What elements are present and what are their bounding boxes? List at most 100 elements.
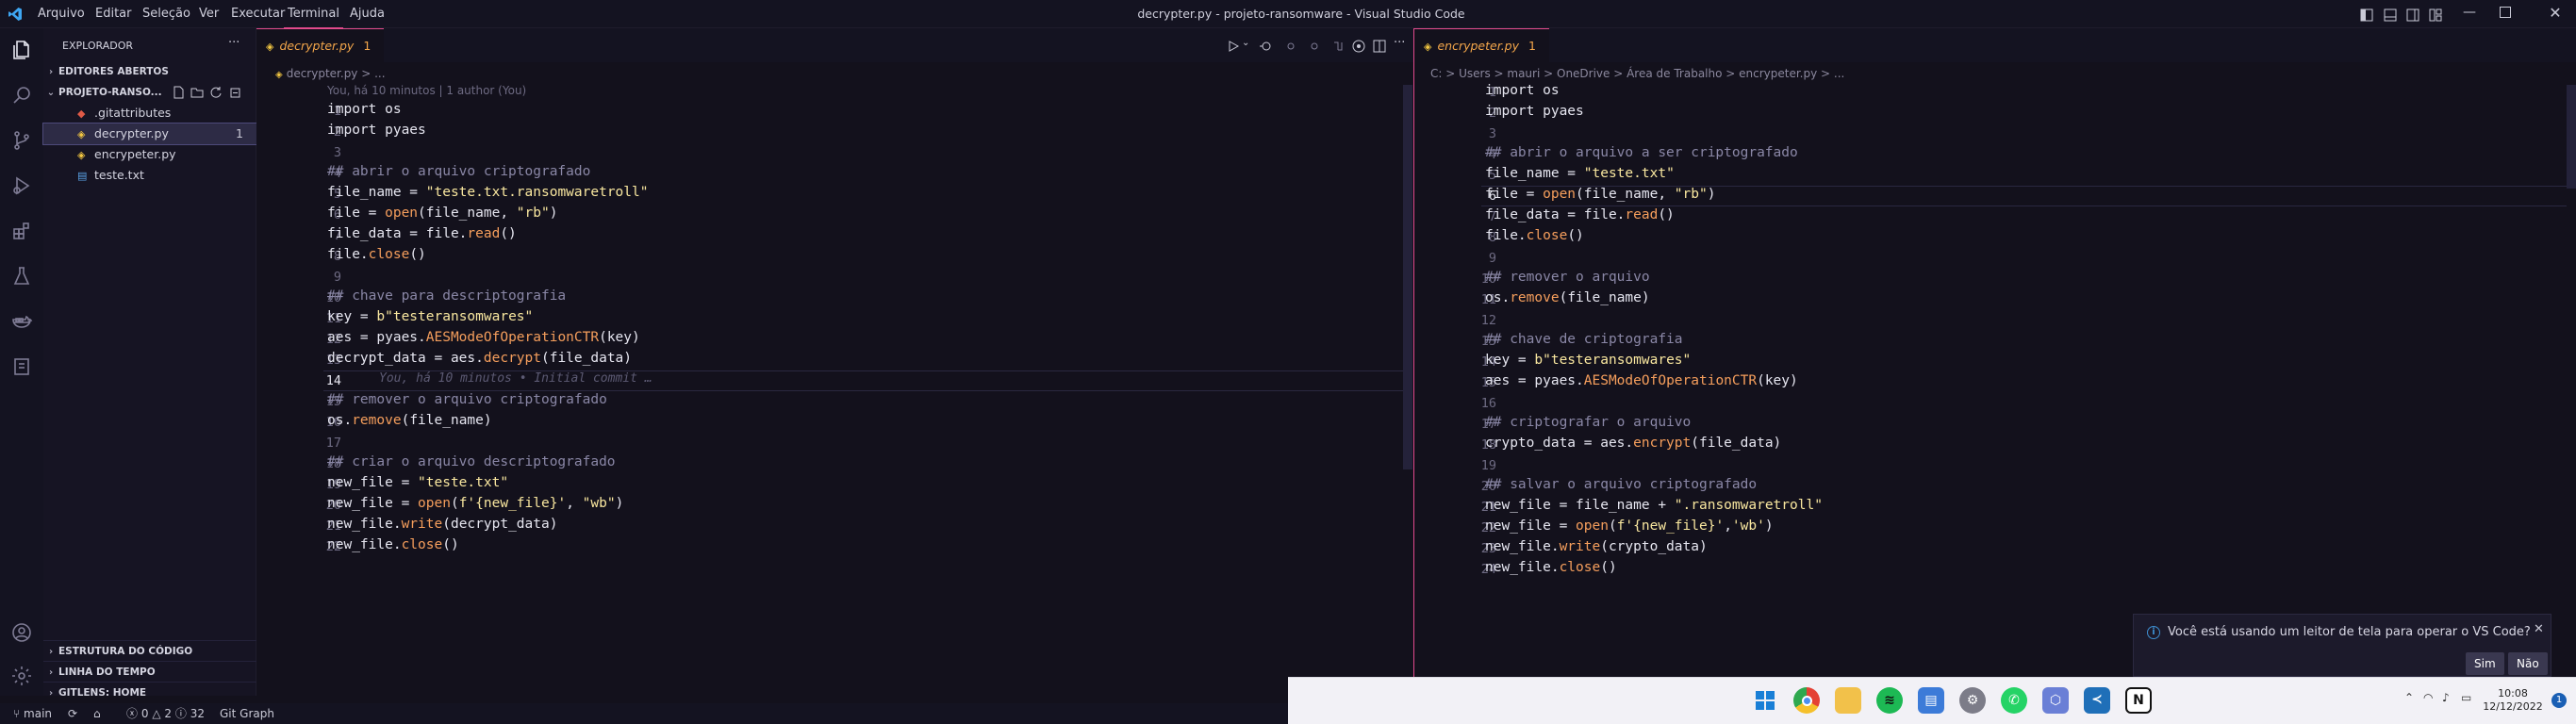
explorer-icon[interactable] (0, 28, 43, 72)
problems-status[interactable]: ⓧ 0 △ 2 ⓘ 32 (126, 703, 205, 724)
testing-icon[interactable] (0, 255, 43, 298)
code-line[interactable]: new_file.close() (327, 537, 459, 552)
no-button[interactable]: Não (2508, 652, 2548, 675)
menu-editar[interactable]: Editar (91, 0, 136, 28)
toggle-panel-icon[interactable] (2384, 8, 2397, 22)
gitlens-icon[interactable] (1352, 39, 1365, 53)
customize-layout-icon[interactable] (2429, 8, 2442, 22)
code-line[interactable]: ## chave de criptografia (1485, 332, 1683, 347)
previous-change-icon[interactable] (1284, 39, 1297, 52)
timeline-section[interactable]: › LINHA DO TEMPO (43, 661, 256, 682)
code-line[interactable]: ## remover o arquivo criptografado (327, 392, 607, 407)
notepad-icon[interactable]: ▤ (1918, 687, 1944, 714)
code-line[interactable]: ## abrir o arquivo a ser criptografado (1485, 145, 1798, 160)
breadcrumb[interactable]: ◈ decrypter.py > ... (256, 62, 386, 85)
code-line[interactable]: new_file = "teste.txt" (327, 475, 508, 490)
close-notification-icon[interactable]: ✕ (2534, 622, 2544, 636)
run-python-icon[interactable] (1227, 39, 1240, 52)
new-file-icon[interactable] (172, 85, 185, 99)
open-editors-section[interactable]: › EDITORES ABERTOS (43, 61, 256, 82)
scrollbar[interactable] (2567, 85, 2576, 189)
settings-gear-icon[interactable] (0, 654, 43, 698)
file-item-decrypter[interactable]: ◈ decrypter.py 1 (42, 123, 257, 145)
extensions-icon[interactable] (0, 209, 43, 253)
code-line[interactable]: file.close() (1485, 228, 1584, 243)
menu-selecao[interactable]: Seleção (139, 0, 194, 28)
whatsapp-icon[interactable]: ✆ (2001, 687, 2027, 714)
new-folder-icon[interactable] (190, 85, 204, 98)
code-line[interactable]: import pyaes (1485, 104, 1584, 119)
virtualbox-icon[interactable]: ⬡ (2042, 687, 2069, 714)
yes-button[interactable]: Sim (2466, 652, 2504, 675)
file-explorer-icon[interactable] (1835, 687, 1861, 714)
menu-ver[interactable]: Ver (195, 0, 223, 28)
minimize-icon[interactable]: — (2455, 5, 2484, 24)
more-actions-icon[interactable]: ··· (1394, 36, 1405, 50)
menu-arquivo[interactable]: Arquivo (34, 0, 89, 28)
code-line[interactable]: new_file.close() (1485, 560, 1617, 575)
code-line[interactable]: file_name = "teste.txt" (1485, 166, 1675, 181)
remote-explorer-icon[interactable] (0, 345, 43, 388)
git-graph-button[interactable]: Git Graph (220, 703, 274, 724)
code-line[interactable]: import os (1485, 83, 1560, 98)
code-area[interactable]: 1 import os 2 import pyaes 3 4 ## abrir o arqu… (1414, 83, 2567, 649)
remote-icon[interactable]: ⌂ (93, 703, 101, 724)
refresh-icon[interactable] (209, 85, 223, 98)
code-line[interactable]: ## salvar o arquivo criptografado (1485, 477, 1757, 492)
scrollbar[interactable] (1403, 85, 1412, 469)
volume-icon[interactable]: ♪ (2442, 691, 2450, 704)
tray-chevron-up-icon[interactable]: ⌃ (2404, 691, 2414, 704)
code-line[interactable]: new_file = open(f'{new_file}','wb') (1485, 518, 1774, 534)
outline-section[interactable]: › ESTRUTURA DO CÓDIGO (43, 640, 256, 661)
account-icon[interactable] (0, 611, 43, 654)
tab-encrypeter[interactable]: ◈ encrypeter.py 1 (1414, 28, 1549, 62)
wifi-icon[interactable]: ◠ (2423, 691, 2433, 704)
run-dropdown-chevron-icon[interactable]: ⌄ (1242, 38, 1249, 48)
code-area[interactable]: 1 import os 2 import pyaes 3 4 ## abrir o arqu… (256, 102, 1405, 686)
notion-icon[interactable]: N (2125, 687, 2152, 714)
code-line[interactable]: import pyaes (327, 123, 426, 138)
code-line[interactable]: ## abrir o arquivo criptografado (327, 164, 590, 179)
code-line[interactable]: aes = pyaes.AESModeOfOperationCTR(key) (327, 330, 640, 345)
code-line[interactable]: ## chave para descriptografia (327, 288, 566, 304)
code-line[interactable]: ## criptografar o arquivo (1485, 415, 1691, 430)
code-line[interactable]: os.remove(file_name) (1485, 290, 1650, 305)
gitlens-section[interactable]: › GITLENS: HOME (43, 682, 256, 702)
tab-decrypter[interactable]: ◈ decrypter.py 1 (256, 28, 385, 62)
code-line[interactable]: new_file.write(crypto_data) (1485, 539, 1708, 554)
code-line[interactable]: new_file = open(f'{new_file}', "wb") (327, 496, 623, 511)
menu-executar[interactable]: Executar (227, 0, 289, 28)
toggle-secondary-sidebar-icon[interactable] (2406, 8, 2419, 22)
maximize-icon[interactable] (2500, 7, 2511, 18)
code-line[interactable]: import os (327, 102, 402, 117)
code-line[interactable]: ## criar o arquivo descriptografado (327, 454, 616, 469)
file-item-teste[interactable]: ▤ teste.txt (43, 165, 256, 186)
clock[interactable]: 10:08 12/12/2022 (2480, 687, 2546, 714)
code-line[interactable]: new_file = file_name + ".ransomwaretroll… (1485, 498, 1823, 513)
file-item-encrypeter[interactable]: ◈ encrypeter.py (43, 144, 256, 165)
close-window-icon[interactable]: ✕ (2546, 4, 2565, 23)
source-control-icon[interactable] (0, 119, 43, 162)
settings-app-icon[interactable]: ⚙ (1959, 687, 1986, 714)
notification-center-badge[interactable]: 1 (2551, 693, 2567, 708)
battery-icon[interactable]: ▭ (2461, 691, 2471, 704)
code-line[interactable]: ## remover o arquivo (1485, 270, 1650, 285)
code-line[interactable]: aes = pyaes.AESModeOfOperationCTR(key) (1485, 373, 1798, 388)
compare-icon[interactable] (1331, 39, 1345, 52)
project-folder[interactable]: ⌄ PROJETO-RANSO... (43, 82, 256, 103)
spotify-icon[interactable]: ≋ (1876, 687, 1903, 714)
file-item-gitattributes[interactable]: ◆ .gitattributes (43, 103, 256, 123)
code-line[interactable]: file_data = file.read() (327, 226, 517, 241)
explorer-more-icon[interactable]: ··· (228, 36, 239, 50)
code-line[interactable]: new_file.write(decrypt_data) (327, 517, 557, 532)
code-line[interactable]: key = b"testeransomwares" (1485, 353, 1691, 368)
menu-terminal[interactable]: Terminal (284, 0, 343, 28)
windows-start-icon[interactable] (1752, 687, 1778, 714)
branch-status[interactable]: ⑂ main (13, 703, 52, 724)
open-changes-icon[interactable] (1259, 39, 1272, 52)
toggle-sidebar-icon[interactable] (2360, 8, 2373, 22)
run-debug-icon[interactable] (0, 164, 43, 207)
breadcrumb[interactable]: C: > Users > mauri > OneDrive > Área de … (1414, 62, 1844, 85)
vscode-taskbar-icon[interactable]: ≺ (2084, 687, 2110, 714)
search-icon[interactable] (0, 74, 43, 117)
